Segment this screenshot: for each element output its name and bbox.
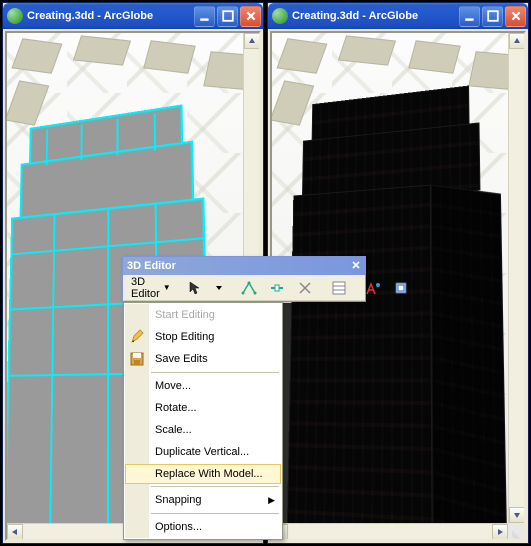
scroll-down-button[interactable] [509, 507, 525, 523]
split-tool-icon[interactable] [292, 277, 318, 299]
menu-rotate[interactable]: Rotate... [125, 397, 281, 419]
menu-snapping[interactable]: Snapping ▶ [125, 489, 281, 511]
scroll-left-button[interactable] [7, 524, 23, 540]
3d-editor-menu: Start Editing Stop Editing Save Edits Mo… [123, 302, 283, 540]
maximize-button[interactable] [217, 6, 238, 27]
panel-title-text: 3D Editor [127, 260, 176, 272]
menu-duplicate-vertical[interactable]: Duplicate Vertical... [125, 441, 281, 463]
menu-start-editing: Start Editing [125, 304, 281, 326]
close-button[interactable] [240, 6, 261, 27]
menu-move[interactable]: Move... [125, 375, 281, 397]
scroll-right-button[interactable] [492, 524, 508, 540]
sketch-properties-icon[interactable] [360, 277, 386, 299]
window-title-left: Creating.3dd - ArcGlobe [27, 10, 194, 22]
caret-dropdown-icon[interactable] [210, 277, 228, 299]
menu-label: Snapping [155, 494, 202, 506]
menu-separator [151, 372, 279, 373]
arcglobe-icon [272, 8, 288, 24]
scrollbar-vertical[interactable] [508, 33, 524, 523]
panel-toolbar: 3D Editor ▼ [123, 275, 365, 301]
menu-label: Replace With Model... [155, 468, 263, 480]
titlebar-right[interactable]: Creating.3dd - ArcGlobe [268, 3, 528, 29]
scroll-up-button[interactable] [509, 33, 525, 49]
menu-separator [151, 486, 279, 487]
menu-label: Rotate... [155, 402, 197, 414]
scroll-up-button[interactable] [244, 33, 260, 49]
menu-scale[interactable]: Scale... [125, 419, 281, 441]
menu-label: Scale... [155, 424, 192, 436]
window-title-right: Creating.3dd - ArcGlobe [292, 10, 459, 22]
submenu-arrow-icon: ▶ [268, 495, 275, 506]
menu-save-edits[interactable]: Save Edits [125, 348, 281, 370]
menu-label: Options... [155, 521, 202, 533]
attributes-tool-icon[interactable] [326, 277, 352, 299]
line-tool-icon[interactable] [264, 277, 290, 299]
vertex-tool-icon[interactable] [236, 277, 262, 299]
pencil-icon [129, 329, 145, 345]
minimize-button[interactable] [459, 6, 480, 27]
menu-label: Save Edits [155, 353, 208, 365]
arcglobe-icon [7, 8, 23, 24]
3d-editor-panel: 3D Editor 3D Editor ▼ [122, 256, 366, 302]
save-icon [129, 351, 145, 367]
edit-pointer-tool-icon[interactable] [182, 277, 208, 299]
menu-label: Move... [155, 380, 191, 392]
close-button[interactable] [505, 6, 526, 27]
menu-options[interactable]: Options... [125, 516, 281, 538]
menu-replace-with-model[interactable]: Replace With Model... [125, 464, 281, 484]
minimize-button[interactable] [194, 6, 215, 27]
dropdown-label: 3D Editor [131, 276, 160, 300]
scrollbar-horizontal[interactable] [272, 523, 508, 539]
building-textured [286, 80, 526, 541]
3d-editor-dropdown[interactable]: 3D Editor ▼ [126, 277, 174, 299]
menu-label: Duplicate Vertical... [155, 446, 249, 458]
caret-down-icon: ▼ [163, 283, 171, 292]
menu-stop-editing[interactable]: Stop Editing [125, 326, 281, 348]
menu-label: Start Editing [155, 309, 215, 321]
menu-label: Stop Editing [155, 331, 214, 343]
panel-close-button[interactable] [351, 260, 361, 273]
titlebar-left[interactable]: Creating.3dd - ArcGlobe [3, 3, 263, 29]
panel-titlebar[interactable]: 3D Editor [123, 257, 365, 275]
menu-separator [151, 513, 279, 514]
maximize-button[interactable] [482, 6, 503, 27]
target-tool-icon[interactable] [388, 277, 414, 299]
